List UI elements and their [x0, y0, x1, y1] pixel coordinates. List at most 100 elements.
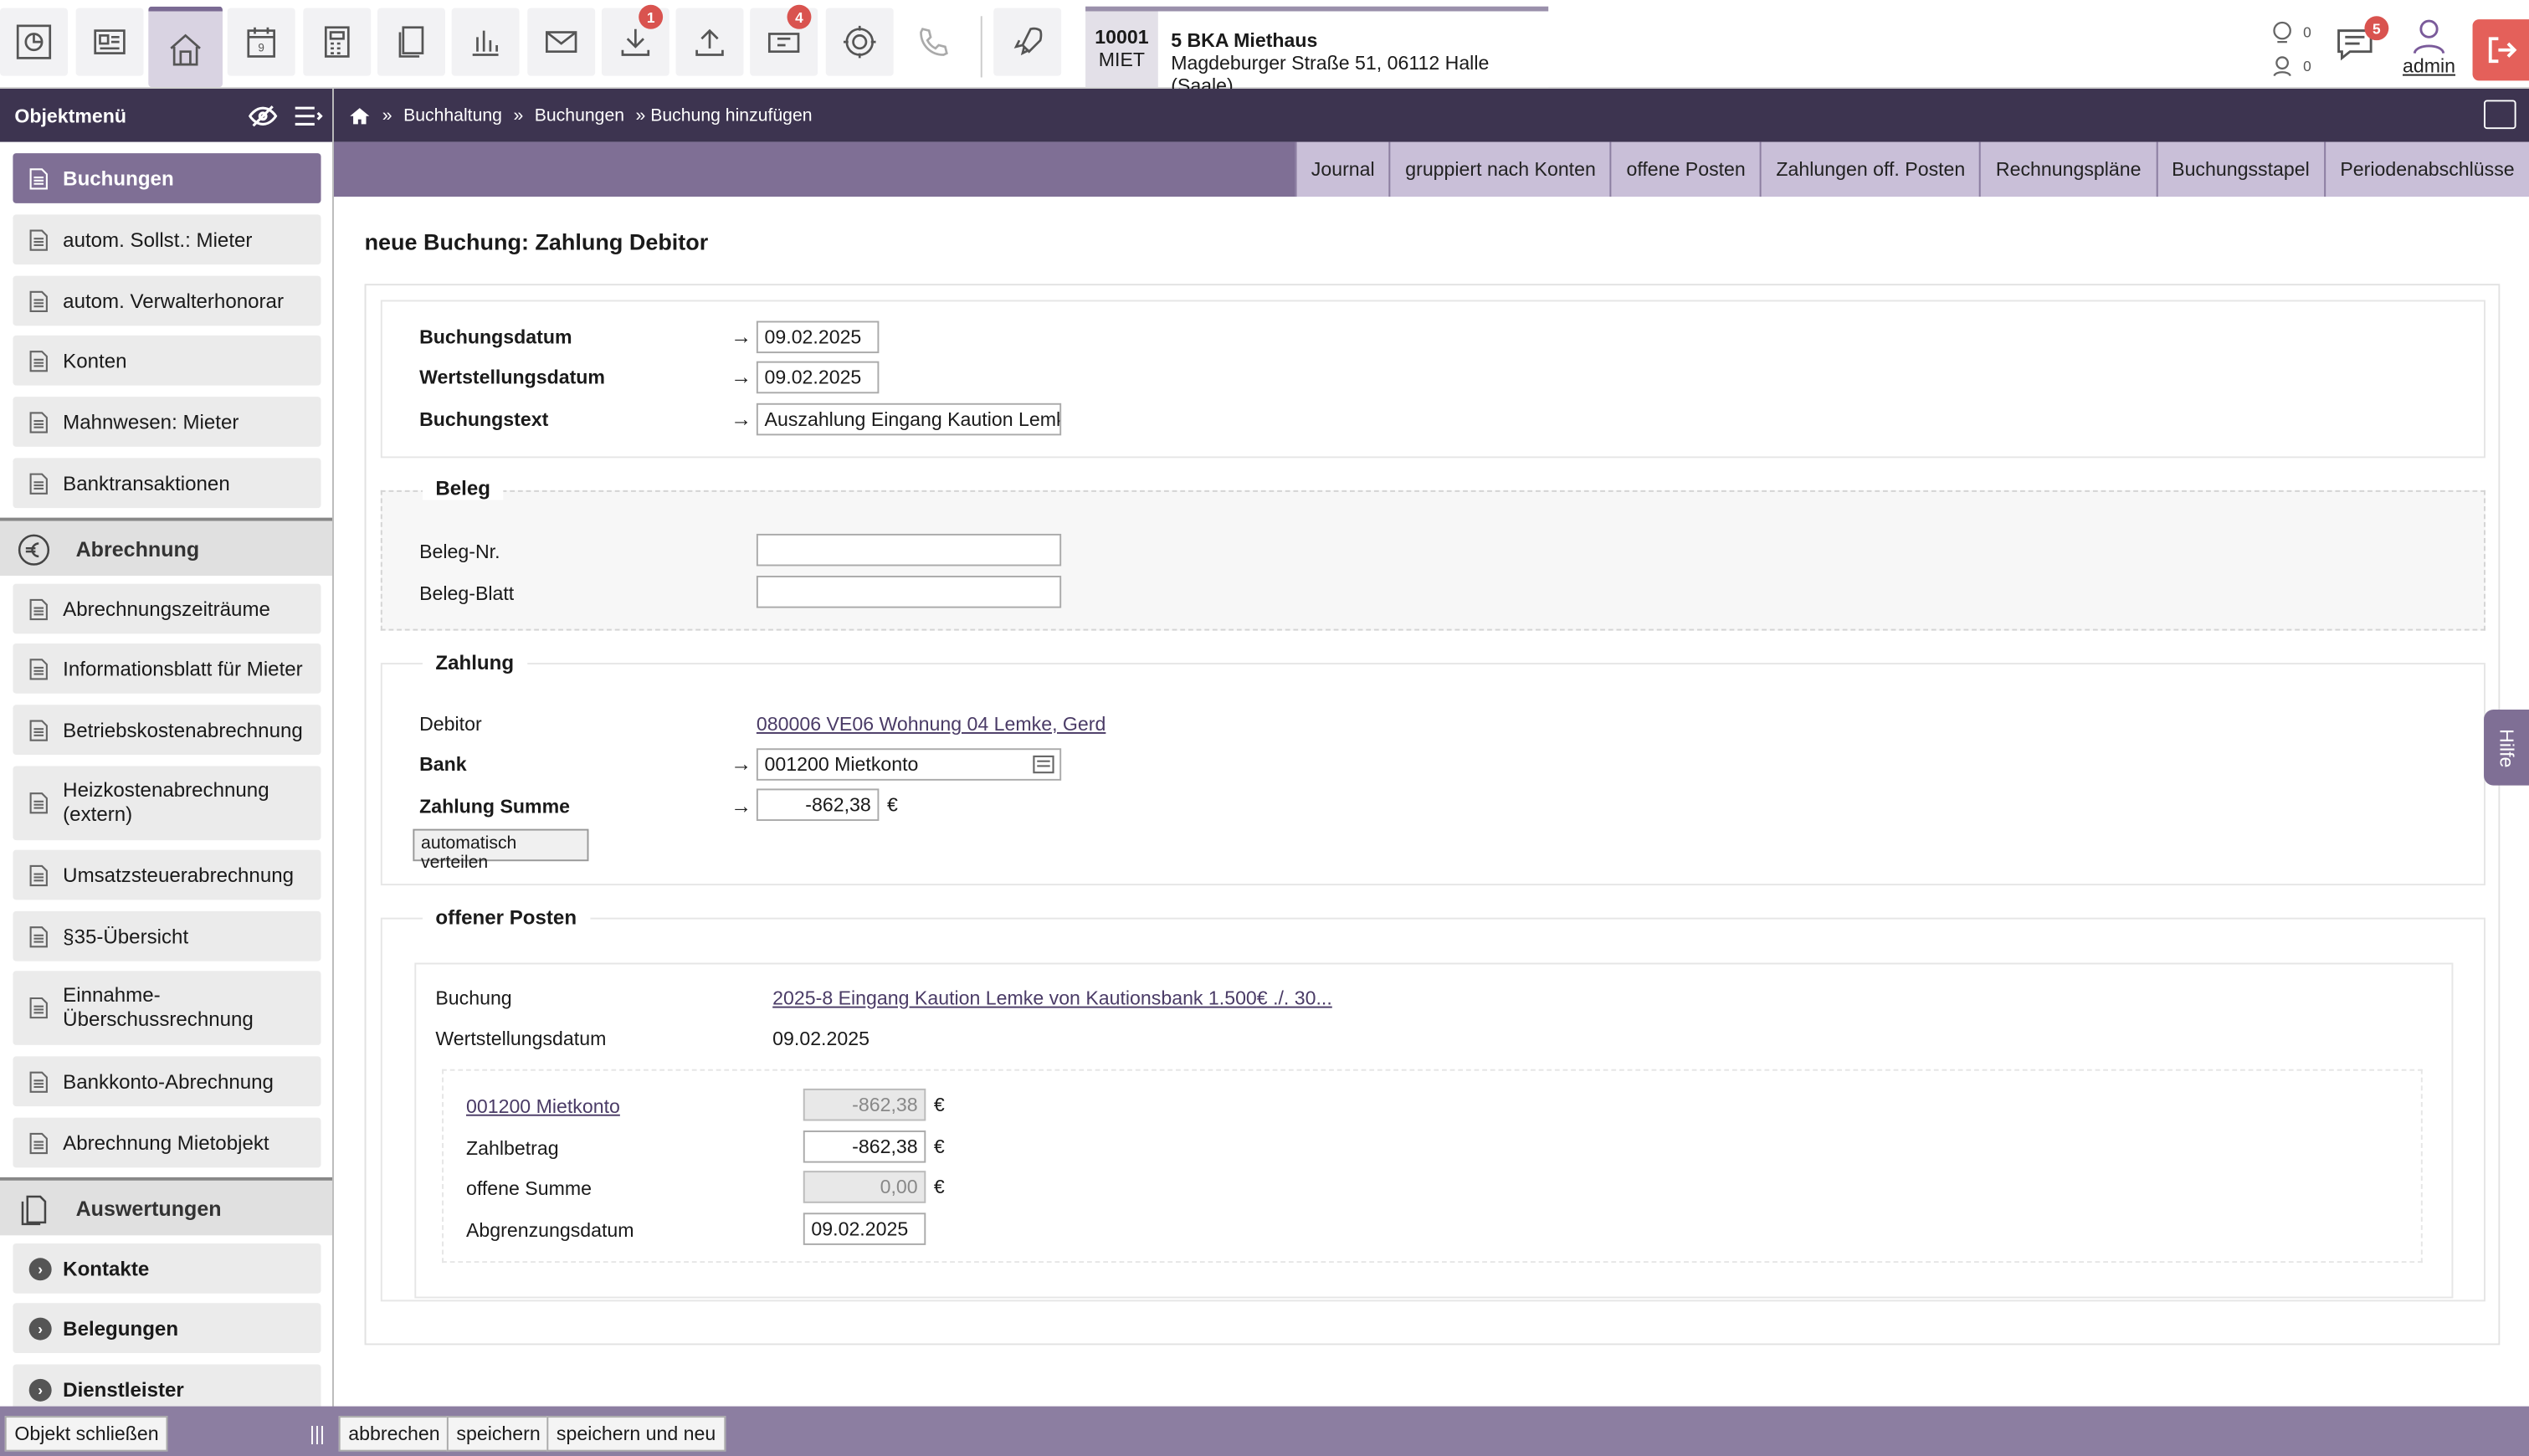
op-buchung-link[interactable]: 2025-8 Eingang Kaution Lemke von Kaution… [772, 987, 1332, 1010]
ticket-badge: 4 [787, 4, 812, 29]
wertstellungsdatum-input[interactable]: 09.02.2025 [756, 361, 880, 394]
sidebar-section-auswertungen[interactable]: Auswertungen [0, 1177, 333, 1236]
save-button[interactable]: speichern [446, 1416, 551, 1452]
rocket-button[interactable] [993, 8, 1062, 76]
contacts-button[interactable] [75, 8, 144, 76]
breadcrumb-buchungen[interactable]: Buchungen [535, 105, 624, 125]
save-and-new-button[interactable]: speichern und neu [546, 1416, 726, 1452]
cancel-button[interactable]: abbrechen [338, 1416, 450, 1452]
sidebar-item-betriebskosten[interactable]: Betriebskostenabrechnung [13, 705, 321, 755]
top-toolbar: 9 1 4 10001 MIET 5 BKA Miethaus Magdebur… [0, 0, 2529, 97]
tab-buchungsstapel[interactable]: Buchungsstapel [2155, 141, 2325, 197]
sidebar-item-abrechnung-mietobjekt[interactable]: Abrechnung Mietobjekt [13, 1117, 321, 1168]
panel-toggle-icon[interactable] [2484, 100, 2516, 130]
phone-button[interactable] [900, 8, 968, 76]
messages-button[interactable]: 5 [2334, 16, 2389, 68]
section-label: Abrechnung [75, 536, 200, 561]
calendar-button[interactable]: 9 [227, 8, 295, 76]
download-button[interactable]: 1 [601, 4, 669, 76]
auto-distribute-button[interactable]: automatisch verteilen [413, 828, 589, 873]
help-label: Hilfe [2495, 728, 2518, 767]
counter-first[interactable]: 0 [2271, 21, 2311, 44]
euro-sign: € [933, 1093, 945, 1116]
upload-icon [695, 28, 724, 56]
close-object-button[interactable]: Objekt schließen [4, 1416, 169, 1452]
settings-button[interactable] [825, 8, 894, 76]
op-konto-link[interactable]: 001200 Mietkonto [466, 1095, 620, 1118]
tab-zahlungen[interactable]: Zahlungen off. Posten [1760, 141, 1980, 197]
sidebar-item-label: Umsatzsteuerabrechnung [63, 864, 295, 887]
debitor-link[interactable]: 080006 VE06 Wohnung 04 Lemke, Gerd [757, 713, 1105, 736]
arrow-icon: → [731, 406, 752, 431]
user-icon [2413, 19, 2445, 54]
sidebar-item-euer[interactable]: Einnahme-Überschussrechnung [13, 971, 321, 1045]
sidebar-item-abrechnungszeitraeume[interactable]: Abrechnungszeiträume [13, 583, 321, 634]
arrow-icon: → [731, 751, 752, 777]
calculator-button[interactable] [303, 8, 372, 76]
sidebar-item-bankkonto-abrechnung[interactable]: Bankkonto-Abrechnung [13, 1056, 321, 1107]
sidebar-item-paragraph35[interactable]: §35-Übersicht [13, 910, 321, 961]
sidebar-item-label: Heizkostenabrechnung (extern) [63, 778, 269, 826]
counter-second[interactable]: 0 [2271, 55, 2311, 78]
logout-button[interactable] [2472, 19, 2529, 81]
sidebar-item-banktransaktionen[interactable]: Banktransaktionen [13, 458, 321, 509]
tab-gruppiert[interactable]: gruppiert nach Konten [1388, 141, 1611, 197]
sidebar-item-mahnwesen[interactable]: Mahnwesen: Mieter [13, 397, 321, 447]
phone-icon [920, 28, 948, 56]
zahlung-summe-input[interactable]: -862,38 [756, 788, 880, 821]
home-button[interactable] [148, 6, 223, 88]
tab-bar: Journal gruppiert nach Konten offene Pos… [333, 141, 2529, 197]
sidebar-item-heizkosten[interactable]: Heizkostenabrechnung (extern) [13, 766, 321, 841]
buchungstext-label: Buchungstext [419, 408, 549, 431]
tab-periodenabschluesse[interactable]: Periodenabschlüsse [2324, 141, 2529, 197]
expand-arrow-icon: › [28, 1257, 52, 1280]
arrow-icon: → [731, 324, 752, 349]
dashboard-button[interactable] [0, 8, 68, 76]
sidebar-group-kontakte[interactable]: › Kontakte [13, 1243, 321, 1294]
document-icon [29, 167, 49, 189]
sidebar-item-sollstellung[interactable]: autom. Sollst.: Mieter [13, 214, 321, 265]
sidebar-item-umsatzsteuer[interactable]: Umsatzsteuerabrechnung [13, 849, 321, 900]
sidebar-item-verwalterhonorar[interactable]: autom. Verwalterhonorar [13, 275, 321, 326]
tab-journal[interactable]: Journal [1295, 141, 1389, 197]
home-icon [170, 33, 201, 65]
sidebar-section-abrechnung[interactable]: Abrechnung [0, 517, 333, 577]
hide-eye-icon[interactable] [248, 103, 278, 129]
upload-button[interactable] [675, 8, 744, 76]
sidebar-group-belegungen[interactable]: › Belegungen [13, 1303, 321, 1354]
select-list-icon[interactable] [1032, 753, 1054, 776]
help-tab[interactable]: Hilfe [2484, 710, 2529, 786]
beleg-nr-input[interactable] [756, 533, 1062, 567]
sidebar-item-konten[interactable]: Konten [13, 335, 321, 386]
sidebar-item-label: Abrechnungszeiträume [63, 597, 270, 621]
home-icon[interactable] [350, 105, 370, 125]
current-object-box[interactable]: 10001 MIET 5 BKA Miethaus Magdeburger St… [1085, 6, 1549, 97]
toolbar-separator [980, 16, 982, 78]
reports-button[interactable] [451, 8, 520, 76]
tickets-button[interactable]: 4 [750, 4, 818, 76]
contacts-card-icon [94, 29, 126, 54]
op-zahlbetrag-input[interactable]: -862,38 [803, 1130, 926, 1163]
main-content: neue Buchung: Zahlung Debitor Buchungsda… [335, 197, 2529, 1407]
op-abgrenzung-input[interactable]: 09.02.2025 [803, 1212, 926, 1245]
tab-offene-posten[interactable]: offene Posten [1610, 141, 1761, 197]
user-menu[interactable]: admin [2397, 16, 2461, 78]
buchungsdatum-input[interactable]: 09.02.2025 [756, 320, 880, 354]
bank-select[interactable]: 001200 Mietkonto [756, 748, 1062, 781]
op-offene-summe-label: offene Summe [465, 1177, 592, 1200]
sidebar-item-informationsblatt[interactable]: Informationsblatt für Mieter [13, 643, 321, 694]
tab-rechnungsplaene[interactable]: Rechnungspläne [1979, 141, 2156, 197]
object-info: 5 BKA Miethaus Magdeburger Straße 51, 06… [1158, 11, 1548, 97]
menu-list-icon[interactable] [294, 103, 323, 129]
sidebar-resize-grip[interactable]: ||| [310, 1423, 325, 1445]
breadcrumb-buchhaltung[interactable]: Buchhaltung [403, 105, 502, 125]
op-zahlbetrag-label: Zahlbetrag [465, 1136, 559, 1160]
sidebar-title: Objektmenü [14, 104, 127, 127]
beleg-blatt-input[interactable] [756, 576, 1062, 608]
buchungstext-input[interactable]: Auszahlung Eingang Kaution Lemke [756, 402, 1062, 436]
documents-button[interactable] [377, 8, 445, 76]
document-icon [29, 925, 49, 947]
mail-button[interactable] [527, 8, 596, 76]
euro-sign: € [933, 1176, 945, 1198]
sidebar-item-buchungen[interactable]: Buchungen [13, 153, 321, 203]
